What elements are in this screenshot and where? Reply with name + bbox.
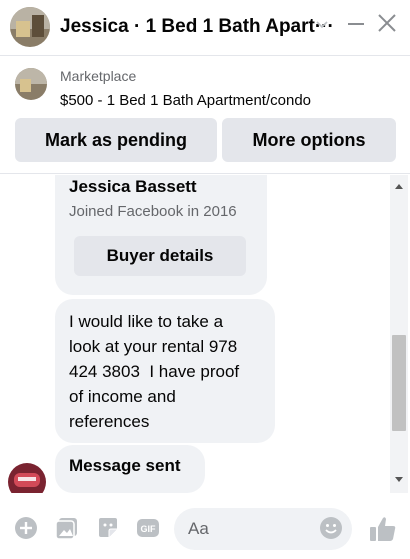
message-input[interactable]: Aa <box>174 508 352 550</box>
mark-as-pending-button[interactable]: Mark as pending <box>15 118 217 162</box>
emoji-icon[interactable] <box>319 516 343 540</box>
chat-header: Jessica · 1 Bed 1 Bath Apart··· <box>0 0 410 56</box>
conversation-scrollbar[interactable] <box>390 175 408 493</box>
buyer-profile-card: Jessica Bassett Joined Facebook in 2016 … <box>55 175 267 295</box>
more-options-button[interactable]: More options <box>222 118 396 162</box>
message-line: 424 3803 I have proof <box>69 362 240 381</box>
scroll-up-arrow-icon[interactable] <box>395 184 403 189</box>
listing-title[interactable]: $500 - 1 Bed 1 Bath Apartment/condo <box>60 92 311 109</box>
message-line: I would like to take a <box>69 312 224 331</box>
buyer-details-button[interactable]: Buyer details <box>74 236 246 276</box>
plus-circle-icon[interactable] <box>14 516 38 540</box>
scrollbar-thumb[interactable] <box>392 335 406 431</box>
minimize-icon[interactable] <box>345 12 367 34</box>
gif-icon[interactable]: GIF <box>136 516 160 540</box>
sticker-icon[interactable] <box>96 516 120 540</box>
chevron-down-icon[interactable] <box>312 14 332 34</box>
close-icon[interactable] <box>376 12 398 34</box>
message-line: of income and <box>69 387 176 406</box>
like-thumbs-up-icon[interactable] <box>368 514 398 544</box>
listing-thumbnail[interactable] <box>15 68 47 100</box>
marketplace-listing: Marketplace $500 - 1 Bed 1 Bath Apartmen… <box>0 56 410 174</box>
message-composer: GIF Aa <box>0 500 410 559</box>
gif-label: GIF <box>141 524 157 534</box>
message-line: references <box>69 412 150 431</box>
message-line: look at your rental 978 <box>69 337 238 356</box>
listing-kind: Marketplace <box>60 68 137 84</box>
message-input-placeholder: Aa <box>188 519 209 538</box>
chat-title[interactable]: Jessica · 1 Bed 1 Bath Apart··· <box>60 16 334 38</box>
sender-avatar[interactable] <box>8 463 46 493</box>
buyer-name: Jessica Bassett <box>69 177 197 196</box>
message-sent-bubble: Message sent <box>55 445 205 493</box>
photo-icon[interactable] <box>55 516 79 540</box>
scroll-down-arrow-icon[interactable] <box>395 477 403 482</box>
conversation-thread[interactable]: Jessica Bassett Joined Facebook in 2016 … <box>0 175 410 493</box>
buyer-joined-date: Joined Facebook in 2016 <box>69 203 237 220</box>
message-bubble: I would like to take a look at your rent… <box>55 299 275 443</box>
contact-avatar[interactable] <box>10 7 50 47</box>
